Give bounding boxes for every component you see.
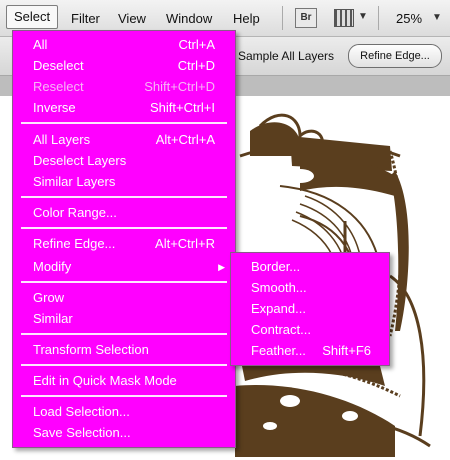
menu-item-deselect-layers[interactable]: Deselect Layers (13, 151, 235, 171)
menu-item-label: All (33, 37, 48, 52)
submenu-item-contract[interactable]: Contract... (231, 320, 389, 340)
submenu-item-smooth[interactable]: Smooth... (231, 278, 389, 298)
select-menu: All Ctrl+A Deselect Ctrl+D Reselect Shift+C… (12, 30, 236, 448)
menu-separator (21, 196, 227, 198)
menu-item-shortcut: Alt+Ctrl+R (155, 236, 215, 251)
menu-window[interactable]: Window (166, 11, 212, 26)
menu-item-shortcut: Alt+Ctrl+A (155, 132, 215, 147)
menu-item-shortcut: Shift+F6 (322, 343, 371, 358)
menu-item-color-range[interactable]: Color Range... (13, 203, 235, 223)
menu-view[interactable]: View (118, 11, 146, 26)
menu-item-label: Expand... (251, 301, 306, 316)
menu-item-label: Border... (251, 259, 301, 274)
menu-item-all[interactable]: All Ctrl+A (13, 35, 235, 55)
menu-item-label: All Layers (33, 132, 91, 147)
submenu-item-expand[interactable]: Expand... (231, 299, 389, 319)
bridge-button[interactable]: Br (295, 8, 317, 28)
zoom-level[interactable]: 25% (396, 11, 422, 26)
menu-item-label: Edit in Quick Mask Mode (33, 373, 177, 388)
submenu-item-border[interactable]: Border... (231, 257, 389, 277)
menu-separator (21, 227, 227, 229)
zoom-chevron-icon[interactable]: ▼ (432, 12, 442, 23)
menu-separator (21, 281, 227, 283)
chevron-down-icon[interactable]: ▼ (358, 11, 368, 22)
menu-item-modify[interactable]: Modify ▶ (13, 257, 235, 277)
menu-item-label: Color Range... (33, 205, 117, 220)
menu-separator (21, 122, 227, 124)
menu-item-shortcut: Ctrl+D (177, 58, 215, 73)
menu-item-label: Refine Edge... (33, 236, 116, 251)
menu-item-shortcut: Shift+Ctrl+I (149, 100, 215, 115)
refine-edge-button[interactable]: Refine Edge... (348, 44, 442, 68)
menu-item-transform-selection[interactable]: Transform Selection (13, 340, 235, 360)
menu-separator (21, 364, 227, 366)
toolbar-divider (282, 6, 283, 30)
menu-item-label: Inverse (33, 100, 76, 115)
menu-item-grow[interactable]: Grow (13, 288, 235, 308)
menu-separator (21, 333, 227, 335)
menu-item-label: Reselect (33, 79, 84, 94)
menu-item-label: Contract... (251, 322, 311, 337)
modify-submenu: Border... Smooth... Expand... Contract..… (230, 252, 390, 366)
menu-item-label: Modify (33, 259, 72, 274)
menu-item-label: Similar Layers (33, 174, 116, 189)
menu-item-save-selection[interactable]: Save Selection... (13, 423, 235, 443)
menu-item-shortcut: Ctrl+A (178, 37, 215, 52)
menu-item-similar-layers[interactable]: Similar Layers (13, 172, 235, 192)
menu-item-label: Deselect (33, 58, 84, 73)
film-icon[interactable] (334, 9, 354, 27)
sample-all-layers-label[interactable]: Sample All Layers (238, 49, 334, 63)
menu-item-refine-edge[interactable]: Refine Edge... Alt+Ctrl+R (13, 234, 235, 254)
menu-item-label: Grow (33, 290, 65, 305)
menu-item-deselect[interactable]: Deselect Ctrl+D (13, 56, 235, 76)
menu-select[interactable]: Select (6, 5, 59, 29)
menu-item-label: Load Selection... (33, 404, 130, 419)
menu-item-label: Save Selection... (33, 425, 131, 440)
menu-item-label: Feather... (251, 343, 306, 358)
menu-item-label: Smooth... (251, 280, 307, 295)
menu-item-label: Deselect Layers (33, 153, 127, 168)
menu-item-all-layers[interactable]: All Layers Alt+Ctrl+A (13, 130, 235, 150)
menu-item-similar[interactable]: Similar (13, 309, 235, 329)
menu-item-shortcut: Shift+Ctrl+D (144, 79, 215, 94)
toolbar-divider (378, 6, 379, 30)
menu-item-label: Transform Selection (33, 342, 149, 357)
menu-item-load-selection[interactable]: Load Selection... (13, 402, 235, 422)
menu-filter[interactable]: Filter (71, 11, 100, 26)
submenu-arrow-icon: ▶ (218, 262, 225, 272)
menu-item-inverse[interactable]: Inverse Shift+Ctrl+I (13, 98, 235, 118)
menu-separator (21, 395, 227, 397)
menu-help[interactable]: Help (233, 11, 260, 26)
menu-item-reselect: Reselect Shift+Ctrl+D (13, 77, 235, 97)
menu-item-quick-mask[interactable]: Edit in Quick Mask Mode (13, 371, 235, 391)
menu-item-label: Similar (33, 311, 73, 326)
submenu-item-feather[interactable]: Feather... Shift+F6 (231, 341, 389, 361)
